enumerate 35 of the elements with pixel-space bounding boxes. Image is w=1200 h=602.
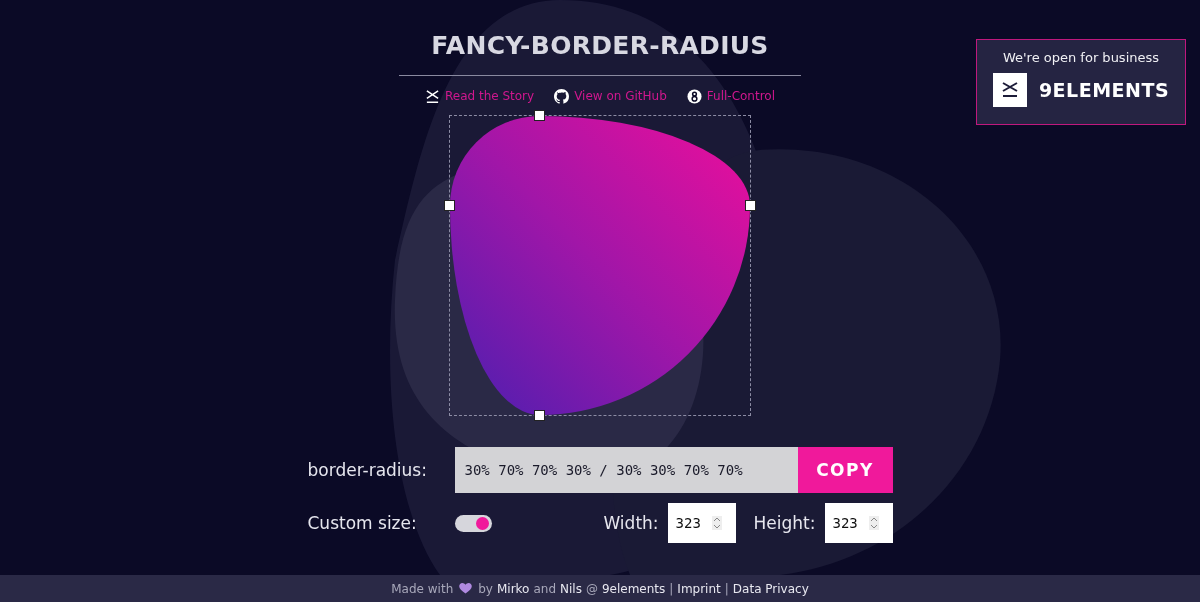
field-label: Width:	[603, 513, 659, 533]
height-field[interactable]: 323	[824, 503, 893, 543]
field-label: Height:	[753, 513, 816, 533]
border-radius-field[interactable]: 30% 70% 70% 30% / 30% 30% 70% 70%	[454, 447, 798, 493]
footer-link[interactable]: Mirko	[496, 581, 530, 596]
copy-button[interactable]: COPY	[797, 447, 893, 493]
logo-icon	[992, 73, 1027, 107]
page-title: FANCY-BORDER-RADIUS	[431, 30, 769, 62]
resize-handle[interactable]	[534, 410, 545, 421]
footer-text: by	[478, 581, 493, 596]
brand-name: 9ELEMENTS	[1038, 79, 1170, 101]
spinner-icon[interactable]	[711, 516, 722, 530]
footer-text: Made with	[391, 581, 454, 596]
eight-ball-icon	[686, 88, 702, 104]
promo-card[interactable]: We're open for business 9ELEMENTS	[976, 39, 1186, 125]
github-icon	[554, 88, 570, 104]
footer-text: |	[669, 581, 674, 596]
footer-link[interactable]: Imprint	[677, 581, 721, 596]
resize-handle[interactable]	[534, 110, 545, 121]
promo-text: We're open for business	[1002, 50, 1160, 65]
field-label: Custom size:	[307, 513, 418, 533]
footer-text: |	[724, 581, 729, 596]
width-field[interactable]: 323	[667, 503, 736, 543]
spinner-icon[interactable]	[868, 516, 879, 530]
resize-handle[interactable]	[745, 200, 756, 211]
footer-link[interactable]: Nils	[560, 581, 582, 596]
field-label: border-radius:	[307, 460, 428, 480]
resize-handle[interactable]	[444, 200, 455, 211]
footer-text: @	[585, 581, 598, 596]
footer-text: and	[533, 581, 556, 596]
heart-icon	[459, 583, 473, 594]
footer-link[interactable]: Data Privacy	[732, 581, 809, 596]
logo-icon	[424, 88, 440, 104]
footer-link[interactable]: 9elements	[601, 581, 666, 596]
nav-link[interactable]: Full-Control	[686, 88, 776, 104]
